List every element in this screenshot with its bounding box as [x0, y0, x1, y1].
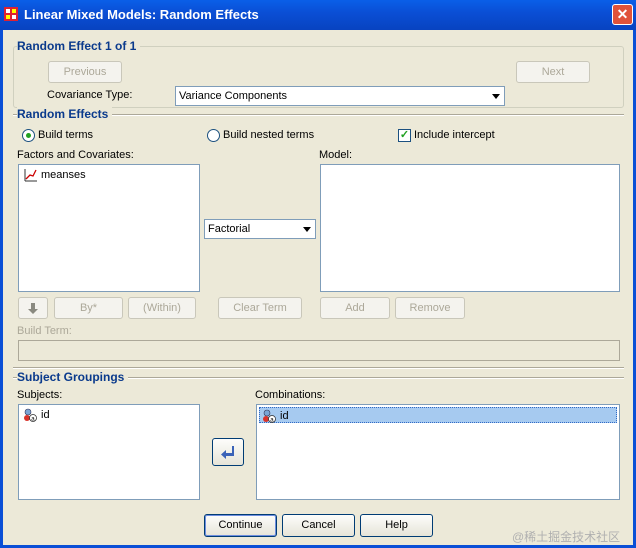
- covariance-type-label: Covariance Type:: [47, 89, 133, 101]
- subject-name: id: [41, 409, 50, 421]
- subjects-list[interactable]: a id: [18, 404, 200, 500]
- arrow-down-icon: [28, 303, 38, 314]
- model-list[interactable]: [320, 164, 620, 292]
- model-label: Model:: [319, 149, 353, 161]
- build-term-label: Build Term:: [17, 325, 72, 337]
- random-effects-heading: Random Effects: [17, 107, 113, 121]
- include-intercept-label: Include intercept: [414, 129, 495, 141]
- window-title: Linear Mixed Models: Random Effects: [24, 7, 259, 22]
- factors-covariates-label: Factors and Covariates:: [17, 149, 134, 161]
- list-item[interactable]: a id: [259, 407, 617, 423]
- nominal-variable-icon: a: [24, 408, 37, 422]
- dropdown-arrow-icon: [303, 227, 311, 232]
- covariance-type-select[interactable]: Variance Components: [175, 86, 505, 106]
- move-down-button[interactable]: [18, 297, 48, 319]
- title-bar: Linear Mixed Models: Random Effects ✕: [0, 0, 636, 30]
- factors-covariates-list[interactable]: meanses: [18, 164, 200, 292]
- cancel-button[interactable]: Cancel: [282, 514, 355, 537]
- subject-groupings-heading: Subject Groupings: [17, 370, 129, 384]
- watermark: @稀土掘金技术社区: [512, 530, 621, 544]
- factor-name: meanses: [41, 169, 86, 181]
- build-nested-terms-label: Build nested terms: [223, 129, 315, 141]
- subjects-label: Subjects:: [17, 389, 63, 401]
- add-button[interactable]: Add: [320, 297, 390, 319]
- term-type-select[interactable]: Factorial: [204, 219, 316, 239]
- previous-button[interactable]: Previous: [48, 61, 122, 83]
- within-button[interactable]: (Within): [128, 297, 196, 319]
- close-button[interactable]: ✕: [612, 4, 633, 25]
- move-to-combinations-button[interactable]: [212, 438, 244, 466]
- combinations-list[interactable]: a id: [256, 404, 620, 500]
- arrow-return-icon: [221, 446, 234, 459]
- term-type-value: Factorial: [208, 223, 251, 235]
- include-intercept-checkbox[interactable]: ✓: [398, 129, 411, 142]
- list-item[interactable]: a id: [21, 407, 50, 423]
- scale-variable-icon: [24, 169, 37, 182]
- radio-selected-dot: [26, 133, 31, 138]
- remove-button[interactable]: Remove: [395, 297, 465, 319]
- build-terms-label: Build terms: [38, 129, 94, 141]
- covariance-type-value: Variance Components: [179, 90, 288, 102]
- dropdown-arrow-icon: [492, 94, 500, 99]
- clear-term-button[interactable]: Clear Term: [218, 297, 302, 319]
- combinations-label: Combinations:: [255, 389, 326, 401]
- list-item[interactable]: meanses: [21, 167, 86, 183]
- section-divider: [13, 367, 624, 369]
- next-button[interactable]: Next: [516, 61, 590, 83]
- build-terms-radio[interactable]: [22, 129, 35, 142]
- nominal-variable-icon: a: [263, 409, 276, 423]
- close-icon: ✕: [616, 6, 629, 22]
- spss-app-icon: [4, 7, 18, 21]
- build-term-field[interactable]: [18, 340, 620, 361]
- build-nested-terms-radio[interactable]: [207, 129, 220, 142]
- combination-name: id: [280, 410, 289, 422]
- random-effect-heading: Random Effect 1 of 1: [17, 39, 141, 53]
- help-button[interactable]: Help: [360, 514, 433, 537]
- continue-button[interactable]: Continue: [204, 514, 277, 537]
- by-button[interactable]: By*: [54, 297, 123, 319]
